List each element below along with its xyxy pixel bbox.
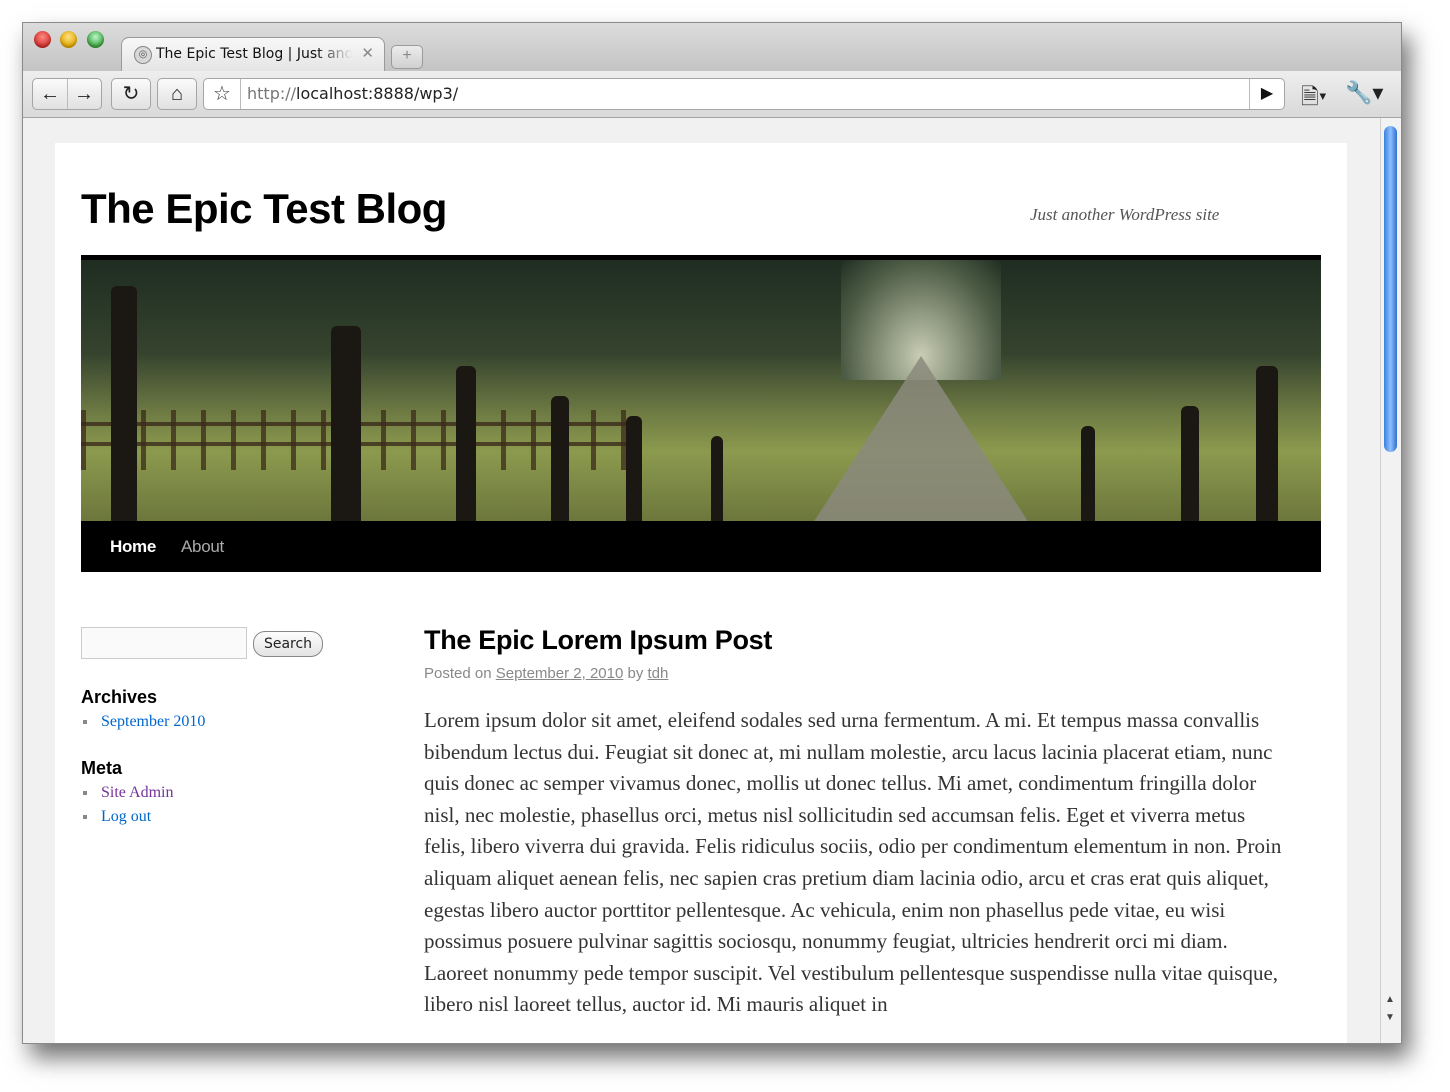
search-input[interactable] bbox=[81, 627, 247, 659]
scroll-up-icon[interactable]: ▲ bbox=[1385, 994, 1395, 1005]
reload-icon[interactable]: ↻ bbox=[111, 78, 151, 110]
post-body: Lorem ipsum dolor sit amet, eleifend sod… bbox=[424, 708, 1282, 1017]
back-forward-group: ← → bbox=[32, 78, 102, 110]
wrench-icon[interactable]: 🔧▾ bbox=[1345, 80, 1383, 106]
scrollbar-thumb[interactable] bbox=[1384, 126, 1397, 452]
scroll-down-icon[interactable]: ▼ bbox=[1385, 1012, 1395, 1023]
header-image bbox=[81, 255, 1321, 526]
browser-window: ◎ The Epic Test Blog | Just another Word… bbox=[22, 22, 1402, 1044]
star-icon[interactable]: ☆ bbox=[204, 79, 241, 109]
url-text[interactable]: http://localhost:8888/wp3/ bbox=[247, 84, 458, 103]
post-date-link[interactable]: September 2, 2010 bbox=[496, 665, 624, 682]
url-scheme: http:// bbox=[247, 84, 297, 103]
meta-list: Site Admin Log out bbox=[81, 782, 173, 830]
log-out-link[interactable]: Log out bbox=[81, 806, 173, 830]
zoom-window-button[interactable] bbox=[87, 31, 104, 48]
address-bar[interactable]: ☆ http://localhost:8888/wp3/ ▶ bbox=[203, 78, 1285, 110]
tab-close-icon[interactable]: ✕ bbox=[361, 44, 374, 62]
tab-strip: ◎ The Epic Test Blog | Just another Word… bbox=[23, 23, 1401, 72]
header-image-tree bbox=[456, 366, 476, 526]
archive-link-label[interactable]: September 2010 bbox=[101, 713, 205, 730]
header-image-tree bbox=[1081, 426, 1095, 526]
by-label: by bbox=[627, 665, 644, 682]
main-navigation: Home About bbox=[81, 521, 1321, 572]
posted-on-label: Posted on bbox=[424, 665, 492, 682]
archive-link[interactable]: September 2010 bbox=[81, 711, 205, 735]
browser-tab[interactable]: ◎ The Epic Test Blog | Just another Word… bbox=[121, 37, 385, 72]
vertical-scrollbar[interactable]: ▲ ▼ bbox=[1380, 118, 1401, 1043]
header-image-tree bbox=[331, 326, 361, 526]
page-viewport: The Epic Test Blog Just another WordPres… bbox=[23, 118, 1381, 1043]
site-title[interactable]: The Epic Test Blog bbox=[81, 185, 447, 233]
globe-icon: ◎ bbox=[134, 46, 152, 64]
header-image-tree bbox=[111, 286, 137, 526]
header-image-path bbox=[811, 356, 1031, 526]
page-menu-icon[interactable]: 🗎▾ bbox=[1301, 80, 1327, 118]
meta-heading: Meta bbox=[81, 758, 123, 778]
forward-arrow-icon[interactable]: → bbox=[66, 79, 101, 109]
play-icon[interactable]: ▶ bbox=[1249, 79, 1284, 109]
nav-home-link[interactable]: Home bbox=[110, 537, 156, 557]
post-meta: Posted on September 2, 2010 by tdh bbox=[424, 665, 668, 682]
log-out-label[interactable]: Log out bbox=[101, 808, 151, 825]
archives-heading: Archives bbox=[81, 687, 158, 707]
site-admin-link[interactable]: Site Admin bbox=[81, 782, 173, 806]
back-arrow-icon[interactable]: ← bbox=[34, 79, 67, 109]
site-admin-label[interactable]: Site Admin bbox=[101, 784, 173, 801]
tab-title: The Epic Test Blog | Just another WordPr… bbox=[156, 46, 352, 62]
nav-about-link[interactable]: About bbox=[181, 537, 224, 557]
post-title[interactable]: The Epic Lorem Ipsum Post bbox=[424, 625, 772, 656]
url-host: localhost:8888/wp3/ bbox=[296, 84, 459, 103]
close-window-button[interactable] bbox=[34, 31, 51, 48]
site-tagline: Just another WordPress site bbox=[1030, 205, 1220, 224]
header-image-tree bbox=[1181, 406, 1199, 526]
search-button[interactable]: Search bbox=[253, 631, 323, 657]
header-image-tree bbox=[626, 416, 642, 526]
home-icon[interactable]: ⌂ bbox=[157, 78, 197, 110]
header-image-tree bbox=[1256, 366, 1278, 526]
minimize-window-button[interactable] bbox=[60, 31, 77, 48]
new-tab-button[interactable]: + bbox=[391, 45, 423, 69]
header-image-tree bbox=[711, 436, 723, 526]
header-image-tree bbox=[551, 396, 569, 526]
blog-page: The Epic Test Blog Just another WordPres… bbox=[55, 143, 1347, 1043]
archives-list: September 2010 bbox=[81, 711, 205, 735]
browser-toolbar: ← → ↻ ⌂ ☆ http://localhost:8888/wp3/ ▶ 🗎▾… bbox=[23, 71, 1401, 118]
post-author-link[interactable]: tdh bbox=[648, 665, 669, 682]
